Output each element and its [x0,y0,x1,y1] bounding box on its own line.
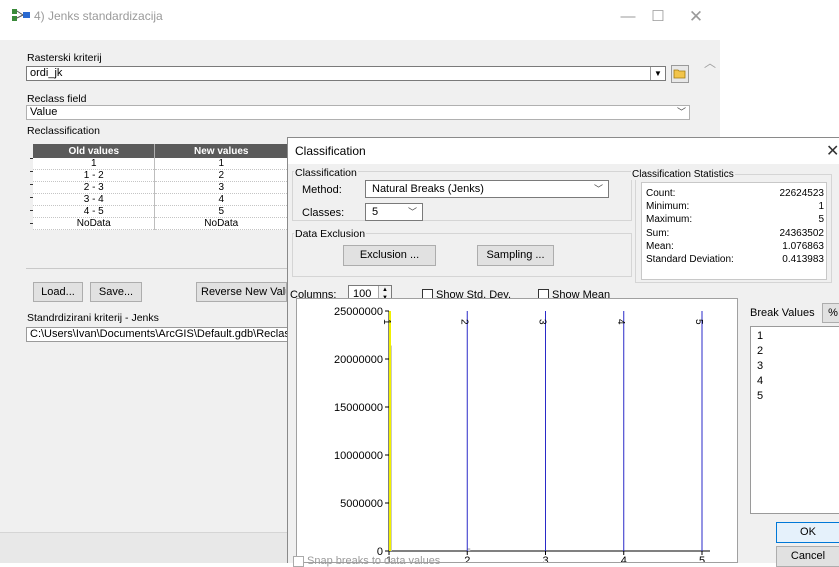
chevron-down-icon: ﹀ [676,107,686,117]
classes-value: 5 [372,206,379,218]
stat-value: 24363502 [779,228,825,239]
break-values-label: Break Values [750,307,815,319]
x-tick-label: 2 [464,555,470,562]
method-label: Method: [302,184,342,196]
stat-label: Maximum: [646,214,693,225]
break-value-item[interactable]: 5 [757,390,763,402]
open-folder-icon[interactable] [671,65,689,83]
break-value-item[interactable]: 4 [757,375,763,387]
output-raster-input[interactable]: C:\Users\Ivan\Documents\ArcGIS\Default.g… [26,327,288,342]
load-button[interactable]: Load... [33,282,83,302]
footer-bar [0,532,287,563]
close-button[interactable]: ✕ [679,4,713,30]
y-tick-label: 20000000 [334,354,383,366]
break-value-item[interactable]: 3 [757,360,763,372]
scroll-up-icon[interactable]: ︿ [704,54,716,71]
cancel-button[interactable]: Cancel [776,546,839,567]
classification-dialog: Classification ✕ Classification Method: … [287,137,839,567]
percent-button[interactable]: % [822,303,839,323]
dialog-title: Classification [295,144,366,158]
x-tick-label: 5 [699,555,705,562]
table-frame [26,140,288,269]
classification-statistics-label: Classification Statistics [631,169,735,180]
model-tool-icon [12,9,30,21]
raster-input[interactable]: ordi_jk ▼ [26,66,666,81]
break-values-list[interactable]: 1 2 3 4 5 [750,326,839,514]
y-tick-label: 15000000 [334,402,383,414]
stat-label: Sum: [646,228,670,239]
reclass-field-value: Value [30,106,58,118]
sampling-button[interactable]: Sampling ... [477,245,554,266]
raster-value: ordi_jk [30,67,63,79]
stat-value: 0.413983 [782,254,824,265]
break-line-label: 4 [615,319,626,325]
ok-button[interactable]: OK [776,522,839,543]
dialog-title-bar: Classification ✕ [288,138,839,164]
histogram-plot[interactable]: 25000000 20000000 15000000 10000000 5000000 0… [296,298,738,563]
y-tick-label: 10000000 [334,450,383,462]
minimize-button[interactable]: — [611,4,645,30]
classes-label: Classes: [302,207,345,219]
stat-label: Mean: [646,241,674,252]
break-value-item[interactable]: 2 [757,345,763,357]
method-select[interactable]: Natural Breaks (Jenks) ﹀ [365,180,609,198]
chevron-down-icon: ﹀ [593,184,603,194]
reverse-new-values-button[interactable]: Reverse New Values [196,282,287,302]
stat-value: 5 [818,214,824,225]
histogram-svg[interactable]: 2500000020000000150000001000000050000000… [297,299,737,562]
chevron-down-icon[interactable]: ▼ [650,67,665,80]
stat-label: Count: [646,188,676,199]
stat-label: Standard Deviation: [646,254,734,265]
break-line-label: 2 [458,319,469,325]
break-value-item[interactable]: 1 [757,330,763,342]
output-label: Standrdizirani kriterij - Jenks [27,312,159,324]
stat-value: 1 [818,201,824,212]
reclass-field-select[interactable]: Value ﹀ [26,105,690,120]
x-tick-label: 3 [542,555,548,562]
stat-value: 22624523 [779,188,825,199]
title-bar: 4) Jenks standardizacija — ☐ ✕ [0,0,720,40]
stat-label: Minimum: [646,201,690,212]
break-line-label: 3 [537,319,548,325]
method-value: Natural Breaks (Jenks) [372,183,484,195]
break-line-label: 5 [693,319,704,325]
x-tick-label: 4 [621,555,627,562]
reclassification-label: Reclassification [27,125,100,137]
chevron-down-icon: ﹀ [407,207,417,217]
data-exclusion-label: Data Exclusion [294,228,367,240]
snap-breaks-label: Snap breaks to data values [307,555,441,567]
window-title: 4) Jenks standardizacija [34,9,163,23]
dialog-close-button[interactable]: ✕ [826,141,839,161]
raster-label: Rasterski kriterij [27,52,102,64]
y-tick-label: 5000000 [340,498,383,510]
maximize-button[interactable]: ☐ [641,4,675,30]
reclass-field-label: Reclass field [27,93,87,105]
y-tick-label: 25000000 [334,306,383,318]
statistics-box: Count: 22624523 Minimum: 1 Maximum: 5 Su… [641,182,827,280]
stat-value: 1.076863 [782,241,824,252]
save-button[interactable]: Save... [90,282,142,302]
classes-select[interactable]: 5 ﹀ [365,203,423,221]
break-line-label: 1 [381,319,392,325]
exclusion-button[interactable]: Exclusion ... [343,245,436,266]
classification-group-label: Classification [294,167,358,179]
